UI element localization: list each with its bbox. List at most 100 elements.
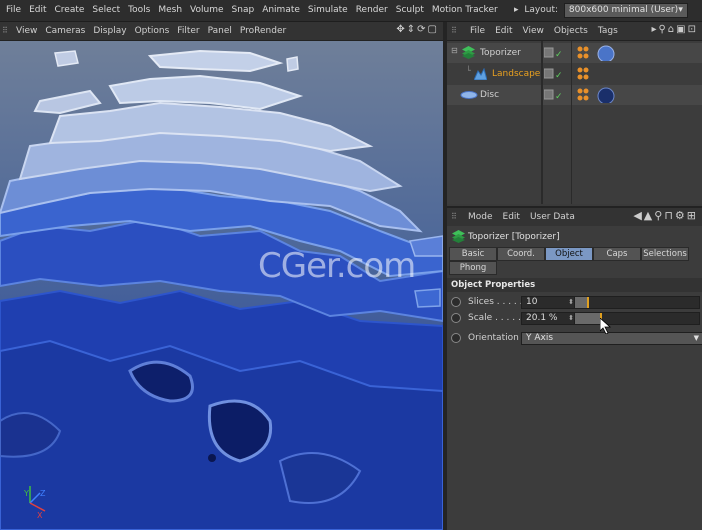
grip-icon: ⠿ [451,212,457,221]
viewport-menu-cameras[interactable]: Cameras [41,22,89,40]
animate-radio[interactable] [451,333,461,343]
slider-knob[interactable] [587,297,589,308]
toporizer-icon [452,230,465,243]
main-menubar: File Edit Create Select Tools Mesh Volume Snap A… [0,0,702,22]
object-row-toporizer[interactable]: ⊟ Toporizer ✓ [447,43,702,63]
pointer-icon[interactable]: ▲ [644,209,654,222]
rotate-view-icon[interactable]: ⟳ [417,24,427,35]
object-manager: ⊟ Toporizer ✓ └ Landscape ✓ Disc ✓ [447,41,702,204]
axis-x-label: X [37,511,43,520]
material-tags[interactable] [575,87,619,103]
search-icon[interactable]: ⚲ [654,209,664,222]
attribute-manager-icons: ◀▲⚲⊓⚙⊞ [633,209,698,222]
visibility-flags-icon[interactable]: ✓ [544,68,568,80]
object-menu-objects[interactable]: Objects [549,22,593,40]
layout-dropdown[interactable]: 800x600 minimal (User) ▾ [563,3,688,18]
grip-icon: ⠿ [2,26,8,35]
slices-input[interactable]: 10 ⬍ [521,296,577,309]
slider-fill [575,297,587,308]
orientation-label: Orientation [468,333,519,343]
zoom-view-icon[interactable]: ⇕ [407,24,417,35]
menu-snap[interactable]: Snap [228,0,259,21]
axis-y-label: Y [24,489,29,498]
attribute-menu-edit[interactable]: Edit [498,208,525,226]
tab-caps[interactable]: Caps [593,247,641,261]
object-menu-view[interactable]: View [518,22,549,40]
play-arrow-icon: ▸ [514,5,519,15]
property-orientation: Orientation Y Axis ▼ [447,330,702,346]
viewport-menu-display[interactable]: Display [89,22,130,40]
watermark-text: CGer.com [258,246,416,286]
object-row-disc[interactable]: Disc ✓ [447,85,702,105]
menu-mesh[interactable]: Mesh [154,0,186,21]
search-icon[interactable]: ⚲ [658,24,667,35]
maximize-view-icon[interactable]: ▢ [428,24,439,35]
tab-phong[interactable]: Phong [449,261,497,275]
object-row-landscape[interactable]: └ Landscape ✓ [447,64,702,84]
layout-selector: ▸ Layout: 800x600 minimal (User) ▾ [514,3,688,18]
material-tags[interactable] [575,66,619,82]
object-menu-file[interactable]: File [465,22,490,40]
object-manager-menubar: ⠿ File Edit View Objects Tags ▸⚲⌂▣⊡ [447,22,702,41]
menu-simulate[interactable]: Simulate [304,0,352,21]
object-menu-edit[interactable]: Edit [490,22,517,40]
visibility-flags-icon[interactable]: ✓ [544,47,568,59]
menu-sculpt[interactable]: Sculpt [392,0,428,21]
viewport-menu-filter[interactable]: Filter [173,22,203,40]
slices-label: Slices . . . . . [468,297,523,307]
column-splitter[interactable] [571,41,572,204]
menu-volume[interactable]: Volume [186,0,227,21]
scale-value: 20.1 % [526,313,558,323]
animate-radio[interactable] [451,313,461,323]
attribute-menu-mode[interactable]: Mode [463,208,498,226]
object-name-toporizer: Toporizer [480,48,521,58]
material-tags[interactable] [575,45,619,61]
tab-coord[interactable]: Coord. [497,247,545,261]
tab-object[interactable]: Object [545,247,593,261]
scale-label: Scale . . . . . [468,313,521,323]
visibility-flags-icon[interactable]: ✓ [544,89,568,101]
menu-create[interactable]: Create [51,0,89,21]
menu-animate[interactable]: Animate [258,0,304,21]
orientation-value: Y Axis [526,333,554,343]
new-window-icon[interactable]: ⊞ [687,209,698,222]
column-splitter[interactable] [541,41,543,204]
svg-text:✓: ✓ [555,92,563,101]
menu-motion-tracker[interactable]: Motion Tracker [428,0,502,21]
viewport-menu-prorender[interactable]: ProRender [236,22,290,40]
tree-line-icon: └ [466,66,471,75]
object-menu-tags[interactable]: Tags [593,22,623,40]
menu-edit[interactable]: Edit [25,0,50,21]
attribute-menu-user-data[interactable]: User Data [525,208,580,226]
tab-basic[interactable]: Basic [449,247,497,261]
scale-input[interactable]: 20.1 % ⬍ [521,312,577,325]
menu-file[interactable]: File [2,0,25,21]
menu-tools[interactable]: Tools [124,0,154,21]
back-arrow-icon[interactable]: ◀ [633,209,643,222]
grip-icon: ⠿ [451,26,457,35]
viewport-menubar: ⠿ View Cameras Display Options Filter Panel Pr… [0,22,443,41]
viewport-menu-view[interactable]: View [12,22,41,40]
scale-slider[interactable] [574,312,700,325]
slices-value: 10 [526,297,538,307]
slices-slider[interactable] [574,296,700,309]
animate-radio[interactable] [451,297,461,307]
move-view-icon[interactable]: ✥ [396,24,406,35]
tree-line-icon: ⊟ [451,46,458,55]
mouse-cursor-icon [600,318,612,334]
chevron-down-icon: ▼ [693,334,699,342]
viewport-menu-options[interactable]: Options [131,22,174,40]
lock-icon[interactable]: ⊓ [664,209,675,222]
settings-icon[interactable]: ⚙ [675,209,687,222]
tab-selections[interactable]: Selections [641,247,689,261]
lock-icon[interactable]: ▣ [676,24,687,35]
home-icon[interactable]: ⌂ [668,24,676,35]
object-name-disc: Disc [480,90,500,100]
object-manager-icons: ▸⚲⌂▣⊡ [651,24,698,35]
menu-select[interactable]: Select [88,0,124,21]
attribute-manager: Toporizer [Toporizer] Basic Coord. Objec… [447,226,702,530]
menu-render[interactable]: Render [352,0,392,21]
viewport-menu-panel[interactable]: Panel [204,22,236,40]
new-window-icon[interactable]: ⊡ [688,24,698,35]
axis-z-label: Z [40,489,46,498]
